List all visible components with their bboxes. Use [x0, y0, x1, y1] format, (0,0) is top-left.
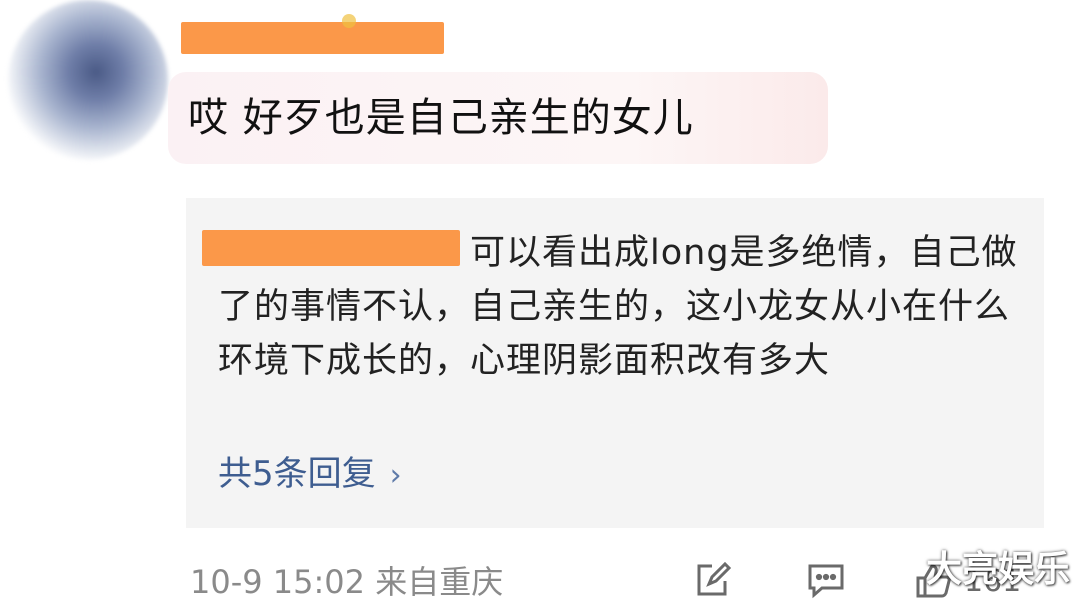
comment-time: 10-9 15:02 [190, 563, 366, 601]
comment-text: 哎 好歹也是自己亲生的女儿 [188, 95, 694, 141]
redacted-username [181, 22, 444, 54]
more-replies-label: 共5条回复 [218, 454, 376, 494]
comment-location: 来自重庆 [375, 563, 504, 601]
avatar[interactable] [8, 0, 168, 160]
comment-meta: 10-9 15:02 来自重庆 [190, 560, 503, 604]
edit-icon[interactable] [692, 560, 732, 600]
comment-icon[interactable] [806, 560, 846, 600]
badge-icon [342, 14, 356, 28]
watermark: 大亮娱乐 [926, 549, 1071, 590]
redacted-reply-username [202, 230, 460, 266]
chevron-right-icon: › [389, 458, 402, 493]
more-replies-link[interactable]: 共5条回复 › [218, 452, 402, 498]
